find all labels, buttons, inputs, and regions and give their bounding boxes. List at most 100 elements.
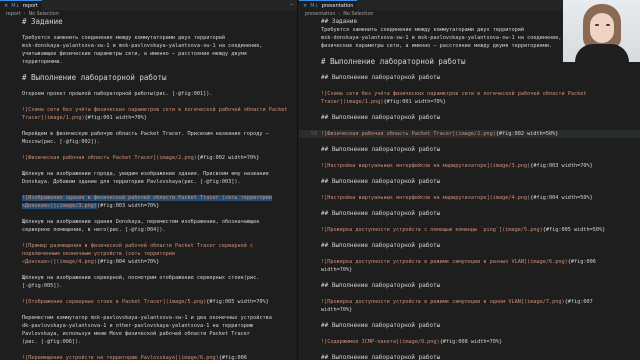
code-line[interactable]: Щёлкнув на изображении здания Donskaya, …: [0, 218, 297, 226]
code-line[interactable]: [299, 274, 640, 282]
code-line[interactable]: [299, 170, 640, 178]
code-line[interactable]: Donskaya. Добавим здание для территории …: [0, 178, 297, 186]
code-line[interactable]: [0, 346, 297, 354]
line-content: Tracer](image/1.png): [22, 115, 85, 121]
code-line[interactable]: ![Проверка доступности устройств с помощ…: [299, 226, 640, 234]
code-line[interactable]: территориями.: [0, 58, 297, 66]
code-line[interactable]: ![Перемещение устройств на территорию Pa…: [0, 354, 297, 360]
code-line[interactable]: [0, 210, 297, 218]
code-line[interactable]: msk-donskaya-yalantsova-sw-1 и msk-pavlo…: [0, 42, 297, 50]
close-icon[interactable]: ×: [4, 3, 8, 9]
code-line[interactable]: ![Схема сети без учёта физических параме…: [0, 106, 297, 114]
code-line[interactable]: [299, 290, 640, 298]
breadcrumb-file[interactable]: report: [6, 12, 21, 17]
code-line[interactable]: width=70%}: [299, 266, 640, 274]
code-line[interactable]: Tracer](image/1.png){#fig:001 width=70%}: [0, 114, 297, 122]
code-line[interactable]: учитывающее физические параметры сети, а…: [0, 50, 297, 58]
code-line[interactable]: (рис. [-@fig:006]).: [0, 338, 297, 346]
line-content: Щёлкнув на изображении города, увидим из…: [22, 171, 269, 177]
code-line[interactable]: [0, 290, 297, 298]
code-line[interactable]: «Донская»)](image/3.png){#fig:003 width=…: [0, 202, 297, 210]
tab-presentation[interactable]: × M↓ presentation: [299, 0, 358, 10]
code-line[interactable]: [299, 154, 640, 162]
code-line[interactable]: [299, 202, 640, 210]
code-line[interactable]: dk-pavlovskaya-yalantsova-1 и other-pavl…: [0, 322, 297, 330]
code-line[interactable]: [299, 218, 640, 226]
code-line[interactable]: ![Изображение здания в физической рабоче…: [0, 194, 297, 202]
code-line[interactable]: [299, 346, 640, 354]
code-line[interactable]: # Задание: [0, 18, 297, 26]
code-line[interactable]: ![Пример размещения в физической рабочей…: [0, 242, 297, 250]
code-line[interactable]: Moscow(рис. [-@fig:002]).: [0, 138, 297, 146]
code-line[interactable]: [-@fig:005]).: [0, 282, 297, 290]
code-editor[interactable]: ## Задание Требуется заменить соединение …: [299, 18, 640, 360]
code-line[interactable]: [0, 82, 297, 90]
code-line[interactable]: [299, 250, 640, 258]
code-line[interactable]: Переместим коммутатор msk-pavlovskaya-ya…: [0, 314, 297, 322]
code-line[interactable]: [0, 306, 297, 314]
code-line[interactable]: 58 ![Физическая рабочая область Packet Tr…: [299, 130, 640, 138]
code-line[interactable]: [299, 314, 640, 322]
code-line[interactable]: ![Проверка доступности устройств в режим…: [299, 258, 640, 266]
line-content: ![Проверка доступности устройств в режим…: [321, 259, 568, 265]
code-line[interactable]: [0, 234, 297, 242]
code-line[interactable]: Pavlovskaya, используя меню Move физичес…: [0, 330, 297, 338]
code-line[interactable]: ## Выполнение лабораторной работы: [299, 210, 640, 218]
code-line[interactable]: серверное помещение, в него(рис. [-@fig:…: [0, 226, 297, 234]
code-line[interactable]: ## Выполнение лабораторной работы: [299, 146, 640, 154]
code-line[interactable]: Tracer](image/1.png){#fig:001 width=70%}: [299, 98, 640, 106]
breadcrumb-section[interactable]: No Selection: [29, 12, 59, 17]
code-line[interactable]: [299, 66, 640, 74]
code-line[interactable]: ## Выполнение лабораторной работы: [299, 354, 640, 360]
code-line[interactable]: ![Физическая рабочая область Packet Trac…: [0, 154, 297, 162]
code-line[interactable]: [0, 266, 297, 274]
line-content: «Донская»)](image/3.png): [22, 203, 97, 209]
code-line[interactable]: [299, 82, 640, 90]
code-line[interactable]: ![Отображение серверных стоек в Packet T…: [0, 298, 297, 306]
code-line[interactable]: Щёлкнув на изображении города, увидим из…: [0, 170, 297, 178]
code-line[interactable]: [0, 186, 297, 194]
code-line[interactable]: ## Выполнение лабораторной работы: [299, 322, 640, 330]
line-content: ![Настройка виртуальных интерфейсов на м…: [321, 163, 531, 169]
code-line[interactable]: Откроем проект прошлой лабораторной рабо…: [0, 90, 297, 98]
more-icon[interactable]: ⋯: [290, 2, 297, 8]
code-line[interactable]: [299, 186, 640, 194]
code-line[interactable]: «Донская»)](image/4.png){#fig:004 width=…: [0, 258, 297, 266]
code-line[interactable]: [299, 234, 640, 242]
code-line[interactable]: Щёлкнув на изображении серверной, посмот…: [0, 274, 297, 282]
code-line[interactable]: ## Выполнение лабораторной работы: [299, 74, 640, 82]
code-line[interactable]: [0, 162, 297, 170]
code-line[interactable]: ![Настройка виртуальных интерфейсов на м…: [299, 162, 640, 170]
breadcrumb-section[interactable]: No Selection: [343, 12, 373, 17]
line-text: Donskaya. Добавим здание для территории …: [22, 178, 291, 186]
code-line[interactable]: [0, 146, 297, 154]
code-line[interactable]: ## Выполнение лабораторной работы: [299, 242, 640, 250]
code-line[interactable]: [299, 122, 640, 130]
code-line[interactable]: [0, 98, 297, 106]
code-line[interactable]: Требуется заменить соединение между комм…: [0, 34, 297, 42]
code-line[interactable]: ![Настройка виртуальных интерфейсов на м…: [299, 194, 640, 202]
breadcrumb-file[interactable]: presentation: [305, 12, 335, 17]
code-line[interactable]: [299, 138, 640, 146]
code-line[interactable]: [299, 330, 640, 338]
code-line[interactable]: ## Выполнение лабораторной работы: [299, 282, 640, 290]
code-line[interactable]: [0, 26, 297, 34]
code-line[interactable]: Перейдем в физическую рабочую область Pa…: [0, 130, 297, 138]
line-content: ![Проверка доступности устройств с помощ…: [321, 227, 543, 233]
close-icon[interactable]: ×: [303, 3, 307, 9]
code-line[interactable]: [299, 106, 640, 114]
code-line[interactable]: ![Проверка доступности устройств в режим…: [299, 298, 640, 306]
code-line[interactable]: [0, 66, 297, 74]
attribute-text: {#fig:003 width=70%}: [530, 163, 593, 169]
code-line[interactable]: ## Выполнение лабораторной работы: [299, 178, 640, 186]
attribute-text: {#fig:001 width=70%}: [383, 99, 446, 105]
code-line[interactable]: ![Схема сети без учёта физических параме…: [299, 90, 640, 98]
code-line[interactable]: [0, 122, 297, 130]
code-line[interactable]: width=70%}: [299, 306, 640, 314]
code-line[interactable]: # Выполнение лабораторной работы: [0, 74, 297, 82]
code-line[interactable]: подключенным оконечным устройств (сеть т…: [0, 250, 297, 258]
code-line[interactable]: ## Выполнение лабораторной работы: [299, 114, 640, 122]
code-line[interactable]: ![Содержимое ICMP-пакета](image/8.png){#…: [299, 338, 640, 346]
code-editor[interactable]: # Задание Требуется заменить соединение м…: [0, 18, 297, 360]
tab-report[interactable]: × M↓ report: [0, 0, 42, 10]
